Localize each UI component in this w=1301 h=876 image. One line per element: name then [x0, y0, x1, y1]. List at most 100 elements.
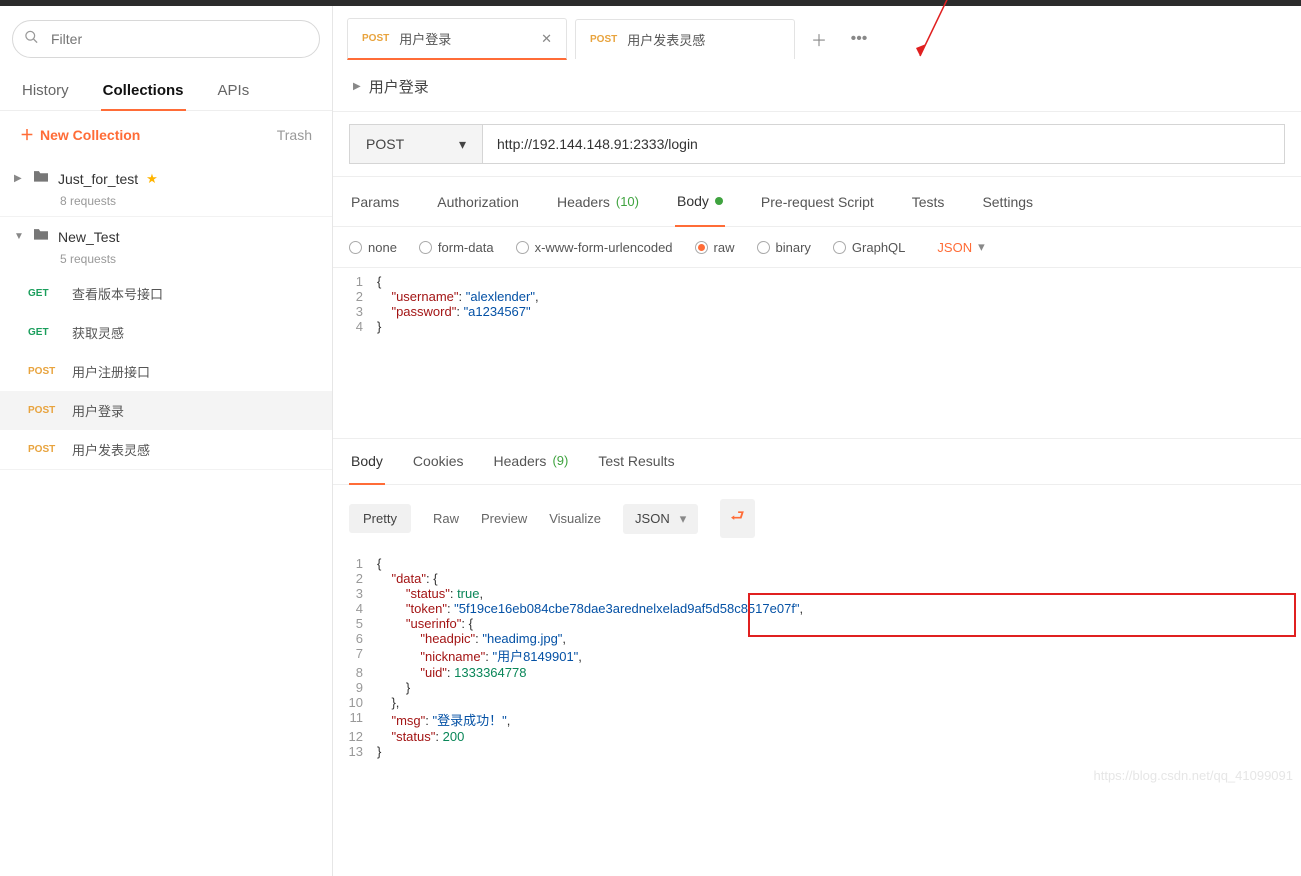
tab-headers[interactable]: Headers (10)	[555, 177, 641, 226]
filter-input[interactable]	[12, 20, 320, 58]
body-opt-urlencoded[interactable]: x-www-form-urlencoded	[516, 240, 673, 255]
body-opt-label: none	[368, 240, 397, 255]
request-item[interactable]: POST 用户发表灵感	[0, 430, 332, 469]
body-type-select[interactable]: JSON ▾	[937, 239, 984, 255]
radio-icon	[419, 241, 432, 254]
chevron-down-icon: ▾	[680, 511, 687, 527]
view-pretty[interactable]: Pretty	[349, 504, 411, 533]
plus-icon: ＋	[20, 125, 34, 145]
tab-body[interactable]: Body	[675, 177, 725, 227]
tab-history[interactable]: History	[20, 74, 71, 110]
method-select[interactable]: POST ▾	[349, 124, 483, 164]
chevron-down-icon: ▾	[978, 239, 985, 255]
body-opt-graphql[interactable]: GraphQL	[833, 240, 905, 255]
method-badge: POST	[28, 444, 62, 455]
method-badge: GET	[28, 327, 62, 338]
request-name: 用户发表灵感	[72, 440, 150, 459]
chevron-right-icon: ▶	[353, 81, 361, 92]
collection-title: Just_for_test	[58, 171, 138, 187]
new-collection-label: New Collection	[40, 127, 140, 143]
response-body[interactable]: 1{2 "data": {3 "status": true,4 "token":…	[333, 552, 1301, 789]
tab-collections[interactable]: Collections	[101, 74, 186, 111]
tab-title: 用户登录	[399, 29, 531, 48]
request-body-editor[interactable]: 1{2 "username": "alexlender",3 "password…	[333, 268, 1301, 438]
sidebar: History Collections APIs ＋ New Collectio…	[0, 6, 333, 876]
tab-prerequest[interactable]: Pre-request Script	[759, 177, 876, 226]
modified-dot-icon	[715, 197, 723, 205]
body-opt-none[interactable]: none	[349, 240, 397, 255]
method-badge: POST	[28, 405, 62, 416]
tab-params[interactable]: Params	[349, 177, 401, 226]
body-opt-raw[interactable]: raw	[695, 240, 735, 255]
request-name: 获取灵感	[72, 323, 124, 342]
body-type-label: JSON	[937, 240, 972, 255]
request-name: 用户登录	[72, 401, 124, 420]
body-opt-label: binary	[776, 240, 811, 255]
collection-sub: 5 requests	[0, 252, 332, 274]
main-panel: POST 用户登录 ✕ POST 用户发表灵感 ＋ ••• ▶ 用户登录 POS…	[333, 6, 1301, 876]
request-item[interactable]: GET 获取灵感	[0, 313, 332, 352]
resp-tab-headers[interactable]: Headers (9)	[492, 439, 571, 484]
breadcrumb-text: 用户登录	[369, 76, 429, 97]
filter-wrapper	[12, 20, 320, 58]
body-opt-binary[interactable]: binary	[757, 240, 811, 255]
body-opt-label: form-data	[438, 240, 494, 255]
new-collection-button[interactable]: ＋ New Collection	[20, 125, 140, 145]
collection-new-test[interactable]: ▼ New_Test	[0, 217, 332, 256]
folder-icon	[32, 227, 50, 246]
request-item[interactable]: POST 用户注册接口	[0, 352, 332, 391]
resp-headers-count: (9)	[552, 453, 568, 470]
request-name: 用户注册接口	[72, 362, 150, 381]
tab-body-label: Body	[677, 193, 709, 209]
body-opt-label: GraphQL	[852, 240, 905, 255]
folder-icon	[32, 169, 50, 188]
tab-tests[interactable]: Tests	[910, 177, 947, 226]
request-item[interactable]: POST 用户登录	[0, 391, 332, 430]
search-icon	[24, 30, 39, 49]
resp-tab-body[interactable]: Body	[349, 439, 385, 485]
body-opt-formdata[interactable]: form-data	[419, 240, 494, 255]
tab-title: 用户发表灵感	[627, 30, 780, 49]
new-tab-button[interactable]: ＋	[803, 21, 835, 57]
view-raw[interactable]: Raw	[433, 511, 459, 526]
tab-authorization[interactable]: Authorization	[435, 177, 521, 226]
view-preview[interactable]: Preview	[481, 511, 527, 526]
request-name: 查看版本号接口	[72, 284, 163, 303]
chevron-right-icon: ▶	[14, 173, 24, 184]
headers-count: (10)	[616, 194, 639, 209]
trash-link[interactable]: Trash	[277, 127, 312, 143]
collection-title: New_Test	[58, 229, 119, 245]
radio-icon	[516, 241, 529, 254]
view-visualize[interactable]: Visualize	[549, 511, 601, 526]
body-opt-label: raw	[714, 240, 735, 255]
wrap-lines-button[interactable]: ⮐	[720, 499, 754, 538]
tab-method: POST	[590, 34, 617, 45]
radio-icon	[349, 241, 362, 254]
tab-method: POST	[362, 33, 389, 44]
chevron-down-icon: ▾	[459, 136, 466, 153]
tab-menu-button[interactable]: •••	[843, 21, 875, 57]
request-list: GET查看版本号接口 GET 获取灵感 POST 用户注册接口 POST 用户登录 P…	[0, 274, 332, 469]
tab-settings[interactable]: Settings	[980, 177, 1035, 226]
radio-icon	[757, 241, 770, 254]
url-input[interactable]	[483, 124, 1285, 164]
request-tab-1[interactable]: POST 用户发表灵感	[575, 19, 795, 59]
resp-headers-label: Headers	[494, 453, 547, 470]
resp-tab-cookies[interactable]: Cookies	[411, 439, 466, 484]
collection-sub: 8 requests	[0, 194, 332, 216]
close-icon[interactable]: ✕	[541, 31, 552, 47]
method-value: POST	[366, 136, 404, 152]
request-item[interactable]: GET查看版本号接口	[0, 274, 332, 313]
breadcrumb: ▶ 用户登录	[333, 60, 1301, 112]
request-tab-0[interactable]: POST 用户登录 ✕	[347, 18, 567, 60]
content-type-select[interactable]: JSON ▾	[623, 504, 698, 534]
resp-tab-testresults[interactable]: Test Results	[596, 439, 676, 484]
body-opt-label: x-www-form-urlencoded	[535, 240, 673, 255]
chevron-down-icon: ▼	[14, 231, 24, 242]
tab-apis[interactable]: APIs	[216, 74, 252, 110]
radio-icon	[695, 241, 708, 254]
collection-just-for-test[interactable]: ▶ Just_for_test ★	[0, 159, 332, 198]
content-type-label: JSON	[635, 511, 670, 526]
method-badge: POST	[28, 366, 62, 377]
tab-headers-label: Headers	[557, 194, 610, 210]
